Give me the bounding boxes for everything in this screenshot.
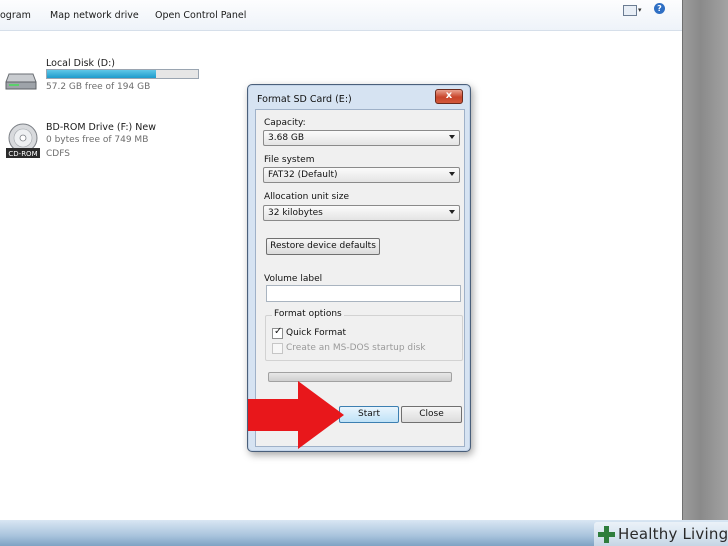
msdos-startup-checkbox [272, 343, 283, 354]
help-icon[interactable]: ? [654, 3, 665, 14]
close-button[interactable]: Close [401, 406, 462, 423]
dialog-close-button[interactable]: x [435, 89, 463, 104]
watermark: Healthy Living [594, 522, 728, 546]
allocation-label: Allocation unit size [264, 192, 349, 202]
capacity-value: 3.68 GB [268, 133, 305, 143]
format-options-group [265, 315, 463, 361]
drive-free-space: 57.2 GB free of 194 GB [46, 82, 151, 92]
volume-label: Volume label [264, 274, 323, 284]
start-button[interactable]: Start [339, 406, 399, 423]
dialog-title: Format SD Card (E:) [257, 94, 352, 105]
chevron-down-icon [449, 210, 455, 214]
quick-format-label: Quick Format [286, 328, 347, 338]
capacity-select[interactable]: 3.68 GB [263, 130, 460, 146]
drive-name: BD-ROM Drive (F:) New [46, 122, 156, 133]
watermark-text: Healthy Living [618, 525, 728, 543]
explorer-toolbar: ogram Map network drive Open Control Pan… [0, 0, 682, 31]
chevron-down-icon [449, 172, 455, 176]
filesystem-label: File system [264, 155, 315, 165]
filesystem-select[interactable]: FAT32 (Default) [263, 167, 460, 183]
chevron-down-icon [449, 135, 455, 139]
filesystem-value: FAT32 (Default) [268, 170, 338, 180]
format-options-label: Format options [272, 309, 344, 319]
drive-filesystem: CDFS [46, 149, 70, 159]
drive-usage-bar [46, 69, 199, 79]
msdos-startup-label: Create an MS-DOS startup disk [286, 343, 426, 353]
allocation-value: 32 kilobytes [268, 208, 323, 218]
close-icon: x [445, 90, 453, 101]
drive-name: Local Disk (D:) [46, 58, 115, 69]
red-arrow-annotation [248, 381, 344, 449]
map-network-drive-button[interactable]: Map network drive [50, 10, 139, 21]
view-dropdown-icon[interactable]: ▾ [638, 6, 642, 14]
desktop-background [682, 0, 728, 546]
cd-rom-icon: CD-ROM [6, 123, 40, 158]
checkmark-icon: ✓ [274, 326, 283, 337]
drive-usage-fill [47, 70, 156, 78]
cd-rom-icon-text: CD-ROM [8, 150, 37, 158]
drive-free-space: 0 bytes free of 749 MB [46, 135, 149, 145]
open-control-panel-button[interactable]: Open Control Panel [155, 10, 246, 21]
restore-defaults-button[interactable]: Restore device defaults [266, 238, 380, 255]
quick-format-checkbox[interactable]: ✓ [272, 326, 283, 339]
volume-label-input[interactable] [266, 285, 461, 302]
allocation-select[interactable]: 32 kilobytes [263, 205, 460, 221]
change-view-icon[interactable] [623, 5, 637, 16]
hard-disk-icon [5, 73, 37, 90]
capacity-label: Capacity: [264, 118, 306, 128]
uninstall-program-button[interactable]: ogram [0, 10, 31, 21]
plus-icon [598, 526, 615, 543]
